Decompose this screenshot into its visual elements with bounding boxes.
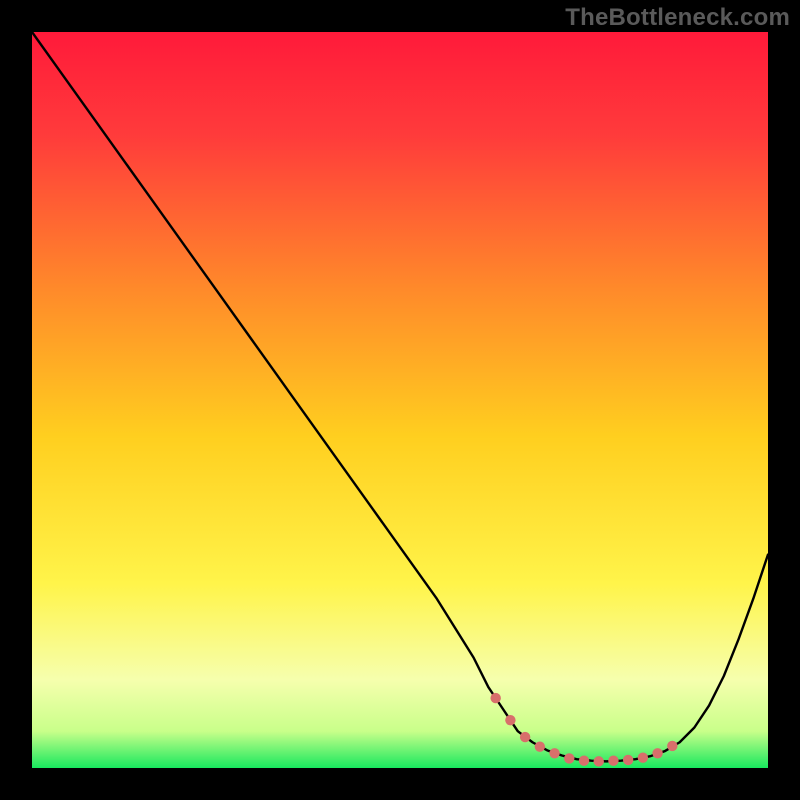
optimal-dot [652, 748, 662, 758]
chart-plot-area [32, 32, 768, 768]
optimal-dot [564, 753, 574, 763]
optimal-dot [520, 732, 530, 742]
optimal-dot [638, 753, 648, 763]
optimal-dot [579, 755, 589, 765]
optimal-dot [608, 755, 618, 765]
chart-frame: TheBottleneck.com [0, 0, 800, 800]
chart-svg [32, 32, 768, 768]
optimal-dot [535, 741, 545, 751]
optimal-dot [623, 755, 633, 765]
gradient-background [32, 32, 768, 768]
optimal-dot [594, 756, 604, 766]
optimal-dot [549, 748, 559, 758]
optimal-dot [667, 741, 677, 751]
optimal-dot [490, 693, 500, 703]
optimal-dot [505, 715, 515, 725]
watermark-text: TheBottleneck.com [565, 4, 790, 32]
